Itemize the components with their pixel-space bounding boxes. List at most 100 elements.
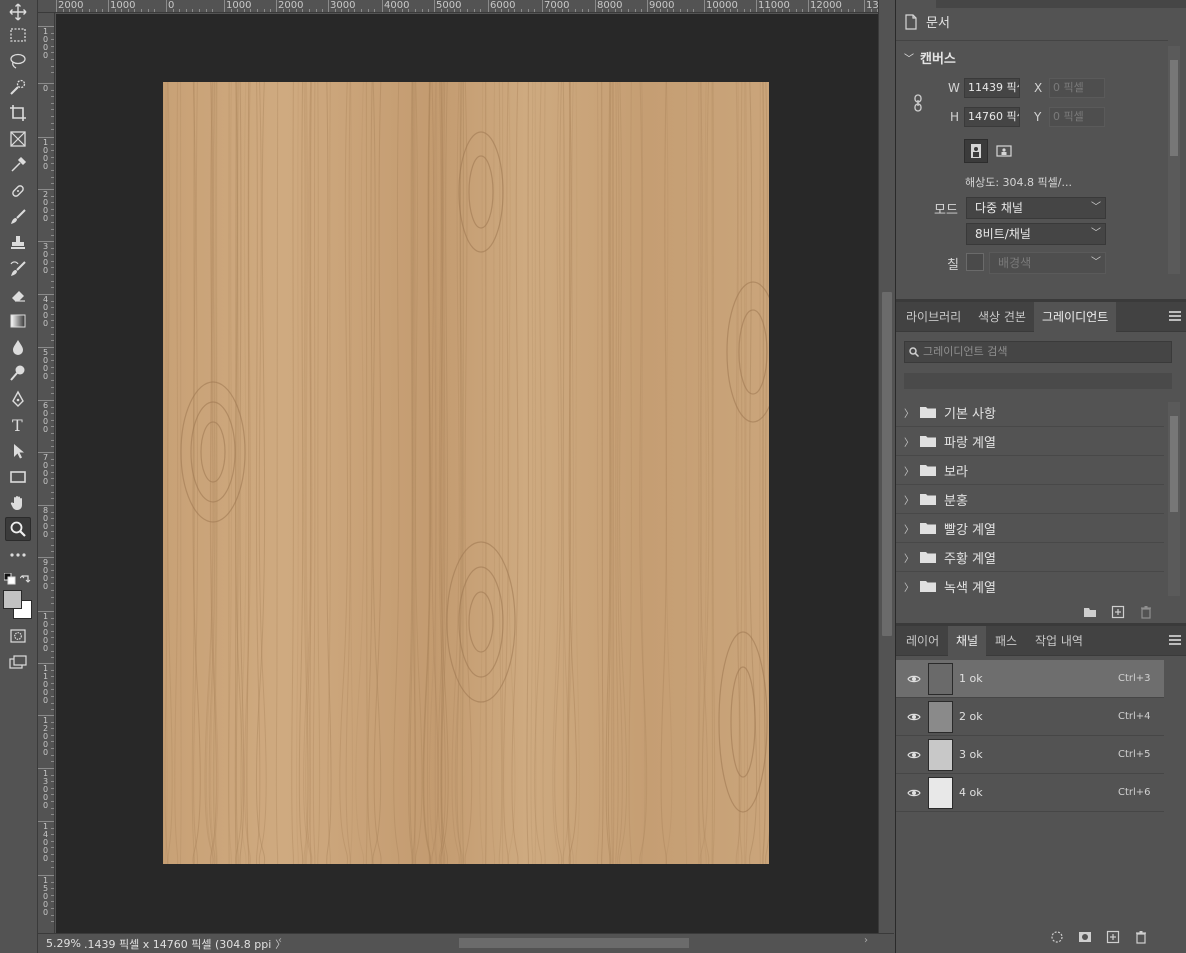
history-brush-tool-button[interactable] xyxy=(5,257,31,281)
rectangle-tool-button[interactable] xyxy=(5,465,31,489)
eraser-tool-button[interactable] xyxy=(5,283,31,307)
channel-row[interactable]: 2 ok Ctrl+4 xyxy=(896,698,1164,736)
crop-tool-button[interactable] xyxy=(5,101,31,125)
hand-tool-button[interactable] xyxy=(5,491,31,515)
edit-toolbar-button[interactable] xyxy=(5,543,31,567)
x-field[interactable]: 0 픽셀 xyxy=(1049,78,1105,98)
channel-name[interactable]: 3 ok xyxy=(959,748,1118,761)
visibility-eye-icon[interactable] xyxy=(902,788,926,798)
bit-depth-select[interactable]: 8비트/채널 ﹀ xyxy=(966,223,1106,245)
gradient-search-input[interactable]: 그레이디언트 검색 xyxy=(904,341,1172,363)
gradient-folder-item[interactable]: 〉 기본 사항 xyxy=(896,398,1164,427)
zoom-level[interactable]: 5.29% xyxy=(38,937,84,950)
lasso-tool-button[interactable] xyxy=(5,49,31,73)
y-field[interactable]: 0 픽셀 xyxy=(1049,107,1105,127)
ruler-minor-tick xyxy=(51,603,54,605)
chevron-right-icon[interactable]: 〉 xyxy=(904,492,916,507)
swap-colors-icon[interactable] xyxy=(20,573,32,585)
gradient-list-scrollbar[interactable] xyxy=(1168,402,1180,596)
visibility-eye-icon[interactable] xyxy=(902,674,926,684)
gradient-folder-item[interactable]: 〉 빨강 계열 xyxy=(896,514,1164,543)
document-canvas[interactable] xyxy=(163,82,769,864)
horizontal-scroll-thumb[interactable] xyxy=(459,938,689,948)
gradient-scroll-thumb[interactable] xyxy=(1170,416,1178,512)
fill-color-swatch[interactable] xyxy=(966,253,984,271)
landscape-orientation-button[interactable] xyxy=(992,139,1016,163)
ruler-minor-tick xyxy=(51,498,54,500)
horizontal-ruler[interactable]: 2000 1000 0 1000 2000 3000 4000 5000 6000 7000 800… xyxy=(38,0,878,13)
chevron-right-icon[interactable]: 〉 xyxy=(904,463,916,478)
vertical-scroll-thumb[interactable] xyxy=(882,292,892,636)
channel-name[interactable]: 1 ok xyxy=(959,672,1118,685)
clone-stamp-tool-button[interactable] xyxy=(5,231,31,255)
horizontal-scrollbar[interactable]: ‹ › xyxy=(278,935,868,948)
fill-select[interactable]: 배경색 ﹀ xyxy=(989,252,1106,274)
new-channel-icon[interactable] xyxy=(1106,930,1120,944)
gradient-folder-item[interactable]: 〉 분홍 xyxy=(896,485,1164,514)
panel-menu-icon[interactable] xyxy=(1169,311,1181,321)
eyedropper-tool-button[interactable] xyxy=(5,153,31,177)
vertical-scrollbar[interactable] xyxy=(878,0,894,933)
healing-brush-tool-button[interactable] xyxy=(5,179,31,203)
tab-layers[interactable]: 레이어 xyxy=(898,626,947,656)
chevron-right-icon[interactable]: 〉 xyxy=(904,550,916,565)
chevron-right-icon[interactable]: 〉 xyxy=(904,405,916,420)
panel-menu-icon[interactable] xyxy=(1169,635,1181,645)
tab-paths[interactable]: 패스 xyxy=(987,626,1025,656)
color-mode-select[interactable]: 다중 채널 ﹀ xyxy=(966,197,1106,219)
frame-tool-button[interactable] xyxy=(5,127,31,151)
type-tool-button[interactable]: T xyxy=(5,413,31,437)
width-field[interactable]: 11439 픽셀 xyxy=(964,78,1020,98)
quick-mask-icon[interactable] xyxy=(10,629,26,643)
canvas-section-header[interactable]: ﹀ 캔버스 xyxy=(904,48,956,67)
new-folder-icon[interactable] xyxy=(1083,605,1097,619)
path-selection-tool-button[interactable] xyxy=(5,439,31,463)
visibility-eye-icon[interactable] xyxy=(902,712,926,722)
gradient-folder-item[interactable]: 〉 주황 계열 xyxy=(896,543,1164,572)
blur-tool-button[interactable] xyxy=(5,335,31,359)
channel-row[interactable]: 3 ok Ctrl+5 xyxy=(896,736,1164,774)
scroll-right-arrow-icon[interactable]: › xyxy=(864,935,868,946)
load-selection-icon[interactable] xyxy=(1050,930,1064,944)
canvas-workspace[interactable] xyxy=(56,14,878,933)
delete-channel-icon[interactable] xyxy=(1134,930,1148,944)
properties-scroll-thumb[interactable] xyxy=(1170,60,1178,156)
properties-scrollbar[interactable] xyxy=(1168,46,1180,274)
link-icon[interactable] xyxy=(912,94,924,112)
visibility-eye-icon[interactable] xyxy=(902,750,926,760)
channel-row[interactable]: 1 ok Ctrl+3 xyxy=(896,660,1164,698)
chevron-right-icon[interactable]: 〉 xyxy=(904,434,916,449)
chevron-right-icon[interactable]: 〉 xyxy=(904,579,916,594)
dodge-tool-button[interactable] xyxy=(5,361,31,385)
tab-channels[interactable]: 채널 xyxy=(948,626,987,656)
move-tool-button[interactable] xyxy=(5,0,31,24)
document-tab[interactable]: 문서 xyxy=(904,12,950,31)
delete-icon[interactable] xyxy=(1139,605,1153,619)
scroll-left-arrow-icon[interactable]: ‹ xyxy=(278,935,282,946)
screen-mode-icon[interactable] xyxy=(9,655,27,669)
portrait-orientation-button[interactable] xyxy=(964,139,988,163)
tab-swatches[interactable]: 색상 견본 xyxy=(970,302,1034,332)
channel-name[interactable]: 4 ok xyxy=(959,786,1118,799)
height-field[interactable]: 14760 픽셀 xyxy=(964,107,1020,127)
gradient-folder-item[interactable]: 〉 파랑 계열 xyxy=(896,427,1164,456)
channel-name[interactable]: 2 ok xyxy=(959,710,1118,723)
tab-history[interactable]: 작업 내역 xyxy=(1027,626,1091,656)
save-selection-icon[interactable] xyxy=(1078,930,1092,944)
marquee-tool-button[interactable] xyxy=(5,23,31,47)
quick-selection-tool-button[interactable] xyxy=(5,75,31,99)
pen-tool-button[interactable] xyxy=(5,387,31,411)
default-colors-icon[interactable] xyxy=(4,573,16,585)
tab-gradients[interactable]: 그레이디언트 xyxy=(1034,302,1117,332)
vertical-ruler[interactable]: 1000 0 1000 2000 3000 4000 5000 6000 7000 8000 900… xyxy=(38,13,55,933)
chevron-right-icon[interactable]: 〉 xyxy=(904,521,916,536)
new-gradient-icon[interactable] xyxy=(1111,605,1125,619)
foreground-color-swatch[interactable] xyxy=(3,590,22,609)
channel-row[interactable]: 4 ok Ctrl+6 xyxy=(896,774,1164,812)
zoom-tool-button[interactable] xyxy=(5,517,31,541)
gradient-folder-item[interactable]: 〉 보라 xyxy=(896,456,1164,485)
gradient-tool-button[interactable] xyxy=(5,309,31,333)
tab-libraries[interactable]: 라이브러리 xyxy=(898,302,969,332)
gradient-folder-item[interactable]: 〉 녹색 계열 xyxy=(896,572,1164,598)
brush-tool-button[interactable] xyxy=(5,205,31,229)
